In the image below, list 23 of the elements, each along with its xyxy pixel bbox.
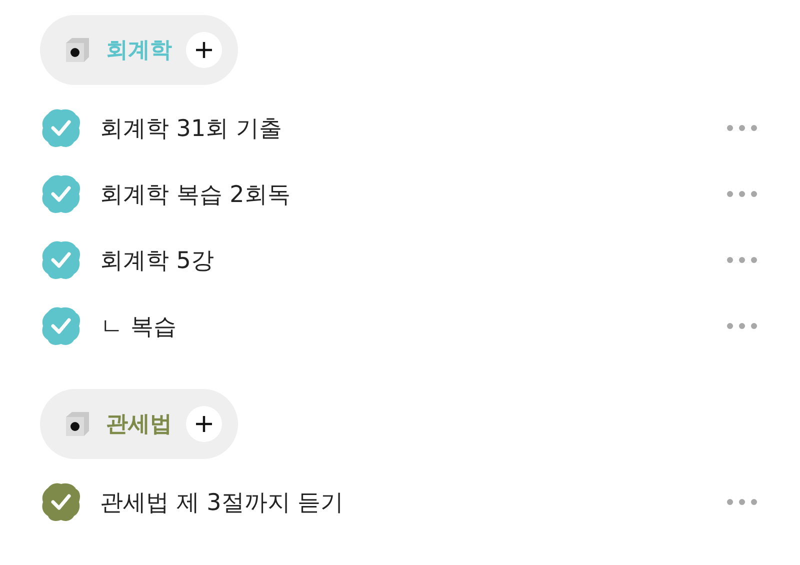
category-chip[interactable]: 관세법: [40, 389, 238, 459]
category-name: 회계학: [106, 37, 172, 65]
todo-title: 관세법 제 3절까지 듣기: [100, 488, 345, 518]
plus-icon: [194, 40, 214, 60]
more-icon[interactable]: [726, 124, 758, 132]
checkbox[interactable]: [40, 107, 82, 149]
add-button[interactable]: [186, 406, 222, 442]
checkbox[interactable]: [40, 173, 82, 215]
more-icon[interactable]: [726, 322, 758, 330]
add-button[interactable]: [186, 32, 222, 68]
more-icon[interactable]: [726, 498, 758, 506]
category-chip[interactable]: 회계학: [40, 15, 238, 85]
todo-title: ㄴ 복습: [100, 312, 178, 342]
more-icon[interactable]: [726, 190, 758, 198]
checkbox[interactable]: [40, 305, 82, 347]
todo-title: 회계학 복습 2회독: [100, 180, 292, 210]
more-icon[interactable]: [726, 256, 758, 264]
checkbox[interactable]: [40, 481, 82, 523]
category-name: 관세법: [106, 411, 172, 439]
todo-title: 회계학 5강: [100, 246, 215, 276]
plus-icon: [194, 414, 214, 434]
checkbox[interactable]: [40, 239, 82, 281]
todo-title: 회계학 31회 기출: [100, 114, 283, 144]
